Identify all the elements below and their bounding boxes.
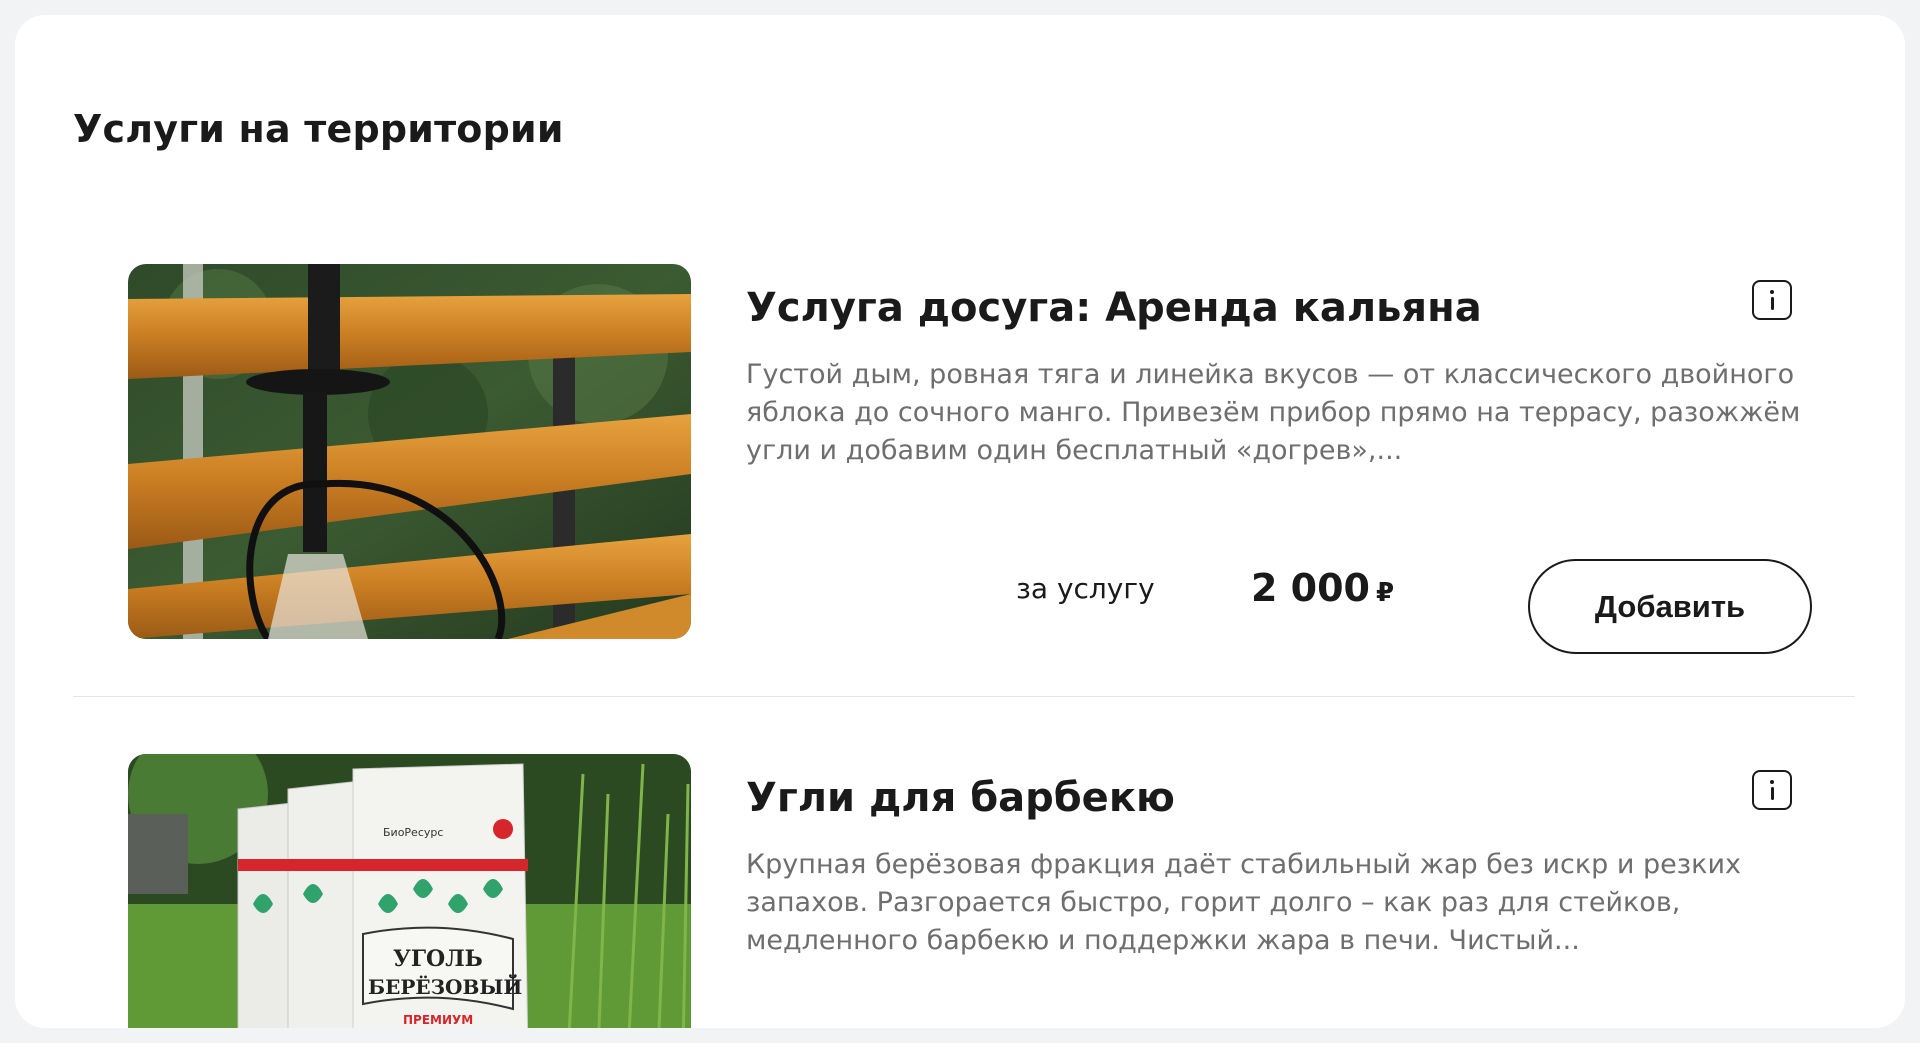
bag-line2: БЕРЁЗОВЫЙ <box>368 973 522 999</box>
service-title: Угли для барбекю <box>746 775 1175 821</box>
service-description: Крупная берёзовая фракция даёт стабильны… <box>746 849 1741 956</box>
service-description: Густой дым, ровная тяга и линейка вкусов… <box>746 359 1801 466</box>
bag-grade: ПРЕМИУМ <box>403 1013 473 1027</box>
service-card-charcoal: БиоРесурс УГОЛЬ БЕРЁЗОВЫЙ ПРЕМИУМ Угли д… <box>128 754 1817 1028</box>
service-title: Услуга досуга: Аренда кальяна <box>746 285 1482 331</box>
info-icon[interactable] <box>1752 770 1792 810</box>
service-card-hookah: Услуга досуга: Аренда кальяна Густой дым… <box>128 264 1817 654</box>
add-button[interactable]: Добавить <box>1528 559 1812 654</box>
charcoal-bags-photo[interactable]: БиоРесурс УГОЛЬ БЕРЁЗОВЫЙ ПРЕМИУМ <box>128 754 691 1028</box>
bag-brand: БиоРесурс <box>383 826 443 839</box>
price: 2 000 ₽ <box>1251 566 1394 610</box>
hookah-photo[interactable] <box>128 264 691 639</box>
card-divider <box>73 696 1855 697</box>
bag-line1: УГОЛЬ <box>393 946 483 972</box>
price-unit: за услугу <box>1016 572 1155 605</box>
currency-sign: ₽ <box>1376 578 1395 608</box>
info-icon[interactable] <box>1752 280 1792 320</box>
price-value: 2 000 <box>1251 566 1370 610</box>
services-panel: Услуги на территории Услуга досуга: Арен… <box>15 15 1905 1028</box>
section-title: Услуги на территории <box>73 107 564 151</box>
